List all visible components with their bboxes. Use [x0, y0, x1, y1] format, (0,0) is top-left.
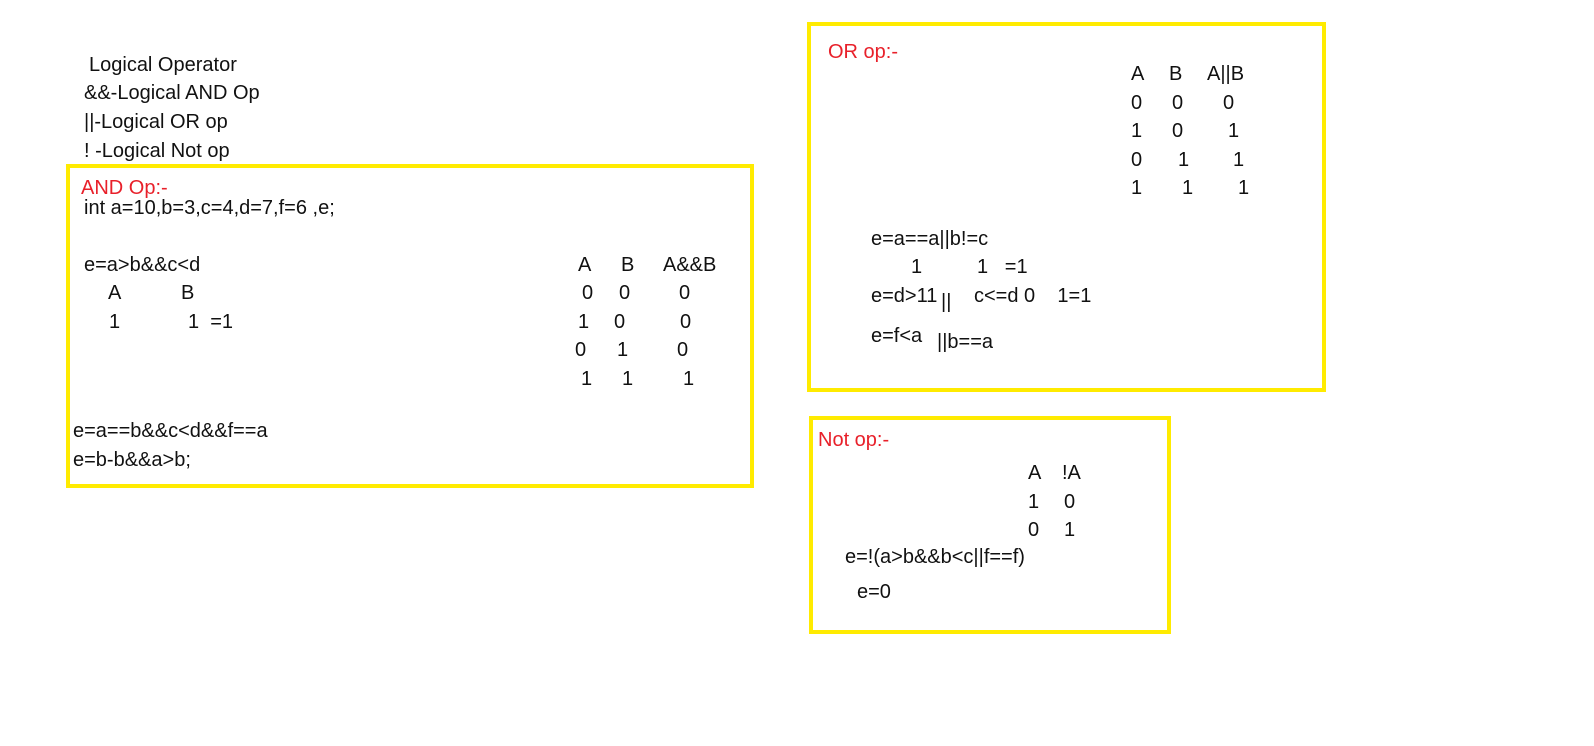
not-table-header-not-a: !A — [1062, 462, 1081, 484]
not-table-r2-not-a: 1 — [1064, 519, 1076, 541]
and-expr1-eval-b: 1 =1 — [188, 311, 234, 333]
not-expression: e=!(a>b&&b<c||f==f) — [845, 546, 1025, 568]
or-table-r4-a: 1 — [1131, 177, 1143, 199]
or-table-r1-a: 0 — [1131, 92, 1143, 114]
and-expression-1: e=a>b&&c<d — [84, 254, 201, 276]
or-expression-2-right: c<=d 0 1=1 — [974, 285, 1092, 307]
or-table-header-b: B — [1169, 63, 1183, 85]
or-table-header-result: A||B — [1207, 63, 1245, 85]
not-table-header-a: A — [1028, 462, 1042, 484]
or-heading: OR op:- — [828, 41, 899, 63]
or-table-r4-b: 1 — [1182, 177, 1194, 199]
and-table-header-b: B — [621, 254, 635, 276]
and-table-r2-result: 0 — [680, 311, 692, 333]
or-expression-2-bar: || — [941, 291, 952, 313]
and-table-header-a: A — [578, 254, 592, 276]
not-table-r1-not-a: 0 — [1064, 491, 1076, 513]
and-expr1-eval-a: 1 — [109, 311, 121, 333]
and-expression-3: e=b-b&&a>b; — [73, 449, 191, 471]
or-table-r3-a: 0 — [1131, 149, 1143, 171]
or-expression-3-left: e=f<a — [871, 325, 923, 347]
or-table-r3-result: 1 — [1233, 149, 1245, 171]
and-table-r1-b: 0 — [619, 282, 631, 304]
or-table-r2-b: 0 — [1172, 120, 1184, 142]
and-table-r3-a: 0 — [575, 339, 587, 361]
and-table-r1-a: 0 — [582, 282, 594, 304]
and-expr1-label-a: A — [108, 282, 122, 304]
and-table-r1-result: 0 — [679, 282, 691, 304]
or-expression-3-right: ||b==a — [937, 331, 993, 353]
or-table-header-a: A — [1131, 63, 1145, 85]
and-table-r2-b: 0 — [614, 311, 626, 333]
or-table-r2-a: 1 — [1131, 120, 1143, 142]
intro-title: Logical Operator — [89, 54, 237, 76]
and-table-r4-b: 1 — [622, 368, 634, 390]
and-expr1-label-b: B — [181, 282, 195, 304]
and-expression-2: e=a==b&&c<d&&f==a — [73, 420, 268, 442]
or-table-r4-result: 1 — [1238, 177, 1250, 199]
or-expr1-eval-b: 1 =1 — [977, 256, 1028, 278]
and-table-r4-result: 1 — [683, 368, 695, 390]
and-table-r3-result: 0 — [677, 339, 689, 361]
intro-and-line: &&-Logical AND Op — [84, 82, 260, 104]
or-expr1-eval-a: 1 — [911, 256, 923, 278]
and-table-header-result: A&&B — [663, 254, 717, 276]
or-table-r1-b: 0 — [1172, 92, 1184, 114]
or-table-r1-result: 0 — [1223, 92, 1235, 114]
and-declaration: int a=10,b=3,c=4,d=7,f=6 ,e; — [84, 197, 335, 219]
intro-or-line: ||-Logical OR op — [84, 111, 228, 133]
and-table-r2-a: 1 — [578, 311, 590, 333]
or-expression-2-left: e=d>11 — [871, 285, 938, 307]
and-table-r4-a: 1 — [581, 368, 593, 390]
or-table-r3-b: 1 — [1178, 149, 1190, 171]
not-table-r2-a: 0 — [1028, 519, 1040, 541]
or-expression-1: e=a==a||b!=c — [871, 228, 989, 250]
and-table-r3-b: 1 — [617, 339, 629, 361]
not-heading: Not op:- — [818, 429, 890, 451]
not-result: e=0 — [857, 581, 891, 603]
or-table-r2-result: 1 — [1228, 120, 1240, 142]
not-table-r1-a: 1 — [1028, 491, 1040, 513]
intro-not-line: ! -Logical Not op — [84, 140, 230, 162]
